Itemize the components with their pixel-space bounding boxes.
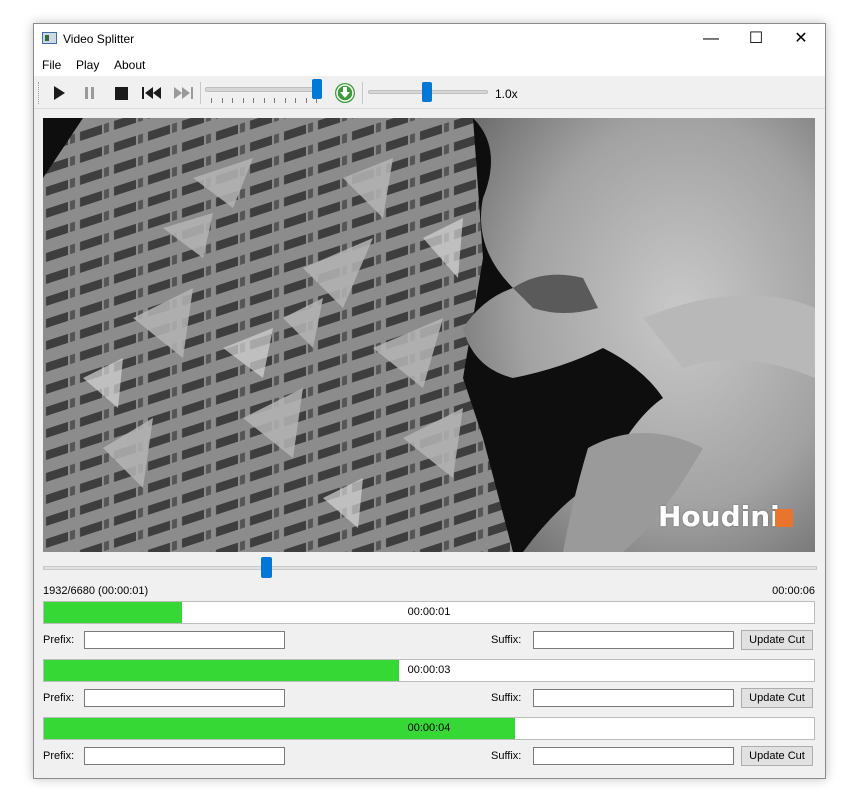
volume-tick (274, 98, 275, 103)
skip-backward-button[interactable] (141, 82, 163, 104)
cut-time: 00:00:01 (407, 606, 451, 618)
seek-slider-groove (43, 566, 817, 570)
volume-tick (232, 98, 233, 103)
cut-progress-bar: 00:00:01 (43, 601, 815, 624)
stop-button[interactable] (110, 82, 132, 104)
menu-play[interactable]: Play (76, 58, 99, 72)
volume-tick (211, 98, 212, 103)
pause-button[interactable] (79, 82, 101, 104)
skip-backward-icon (142, 87, 161, 99)
pause-icon (85, 87, 94, 99)
prefix-label: Prefix: (43, 692, 75, 704)
volume-slider-groove (205, 87, 321, 92)
suffix-label: Suffix: (491, 634, 522, 646)
volume-slider-handle[interactable] (312, 79, 322, 99)
suffix-input[interactable] (533, 631, 734, 649)
menu-about[interactable]: About (114, 58, 145, 72)
maximize-button[interactable]: ☐ (733, 24, 779, 54)
toolbar-separator (200, 82, 201, 104)
prefix-label: Prefix: (43, 634, 75, 646)
prefix-input[interactable] (84, 689, 285, 707)
skip-forward-icon (174, 87, 193, 99)
volume-tick (305, 98, 307, 103)
download-button[interactable] (334, 82, 356, 104)
app-icon (42, 32, 57, 44)
cut-progress-bar: 00:00:03 (43, 659, 815, 682)
cut-progress-bar: 00:00:04 (43, 717, 815, 740)
video-frame-image (43, 118, 815, 552)
volume-tick (221, 98, 223, 103)
update-cut-button[interactable]: Update Cut (741, 630, 813, 650)
minimize-button[interactable]: — (688, 24, 734, 54)
title-bar: Video Splitter — ☐ ✕ (34, 24, 825, 54)
volume-slider-ticks (205, 98, 319, 103)
skip-forward-button[interactable] (172, 82, 194, 104)
seek-slider-handle[interactable] (261, 557, 273, 578)
total-duration: 00:00:06 (772, 585, 815, 597)
toolbar-separator (362, 82, 363, 104)
app-window: Video Splitter — ☐ ✕ File Play About 1.0… (33, 23, 826, 779)
cut-time: 00:00:04 (407, 722, 451, 734)
stop-icon (115, 87, 128, 100)
volume-tick (242, 98, 244, 103)
play-icon (54, 86, 65, 100)
prefix-label: Prefix: (43, 750, 75, 762)
menu-file[interactable]: File (42, 58, 61, 72)
volume-tick (284, 98, 286, 103)
toolbar: 1.0x (34, 76, 825, 109)
close-button[interactable]: ✕ (778, 24, 824, 54)
speed-slider-handle[interactable] (422, 82, 432, 102)
suffix-label: Suffix: (491, 692, 522, 704)
speed-label: 1.0x (495, 87, 518, 101)
menu-bar: File Play About (34, 54, 825, 76)
download-icon (335, 83, 355, 103)
volume-tick (295, 98, 296, 103)
frame-counter: 1932/6680 (00:00:01) (43, 585, 149, 597)
update-cut-button[interactable]: Update Cut (741, 746, 813, 766)
play-button[interactable] (48, 82, 70, 104)
cut-time: 00:00:03 (407, 664, 451, 676)
volume-tick (263, 98, 265, 103)
suffix-label: Suffix: (491, 750, 522, 762)
prefix-input[interactable] (84, 631, 285, 649)
suffix-input[interactable] (533, 747, 734, 765)
toolbar-grip (38, 82, 42, 104)
update-cut-button[interactable]: Update Cut (741, 688, 813, 708)
volume-tick (253, 98, 254, 103)
suffix-input[interactable] (533, 689, 734, 707)
prefix-input[interactable] (84, 747, 285, 765)
houdini-logo-icon (775, 509, 793, 527)
window-title: Video Splitter (63, 32, 135, 46)
video-display: Houdini (43, 118, 815, 552)
houdini-watermark: Houdini (658, 500, 780, 533)
